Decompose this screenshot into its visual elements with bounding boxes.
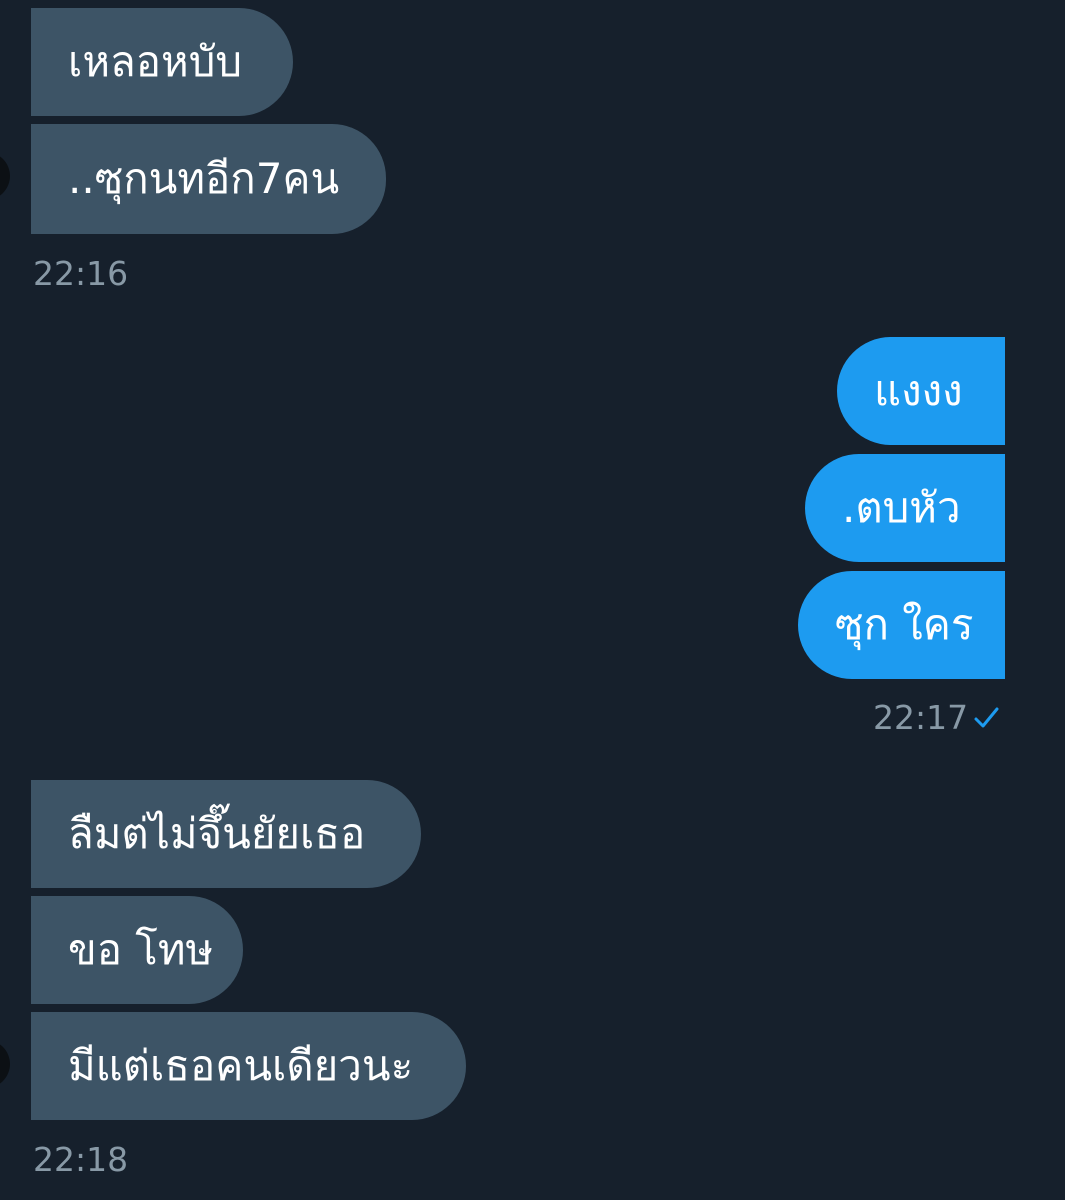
message-text: มีแต่เธอคนเดียวนะ: [68, 1041, 414, 1090]
message-thread: เหลอหบับ ..ซุกนทอีก7คน 22:16 แงงง .ตบหัว…: [0, 0, 1065, 1200]
message-timestamp: 22:16: [33, 254, 129, 293]
incoming-message-bubble[interactable]: ลืมต่ไม่จึ๊นยัยเธอ: [31, 780, 421, 888]
sent-check-icon: [974, 707, 999, 728]
sender-avatar[interactable]: [0, 152, 10, 200]
message-timestamp: 22:17: [873, 698, 969, 737]
message-text: แงงง: [874, 366, 963, 415]
message-text: ..ซุกนทอีก7คน: [68, 154, 340, 203]
message-text: ลืมต่ไม่จึ๊นยัยเธอ: [68, 809, 366, 858]
message-text: เหลอหบับ: [68, 37, 243, 86]
message-text: ขอ โทษ: [68, 925, 214, 974]
incoming-message-bubble[interactable]: ขอ โทษ: [31, 896, 243, 1004]
outgoing-message-bubble[interactable]: ซุก ใคร: [798, 571, 1005, 679]
incoming-message-bubble[interactable]: มีแต่เธอคนเดียวนะ: [31, 1012, 466, 1120]
outgoing-message-bubble[interactable]: .ตบหัว: [805, 454, 1005, 562]
message-text: ซุก ใคร: [835, 600, 974, 649]
message-timestamp: 22:18: [33, 1140, 129, 1179]
incoming-message-bubble[interactable]: ..ซุกนทอีก7คน: [31, 124, 386, 234]
sender-avatar[interactable]: [0, 1040, 10, 1088]
outgoing-message-bubble[interactable]: แงงง: [837, 337, 1005, 445]
message-text: .ตบหัว: [842, 483, 961, 532]
incoming-message-bubble[interactable]: เหลอหบับ: [31, 8, 293, 116]
